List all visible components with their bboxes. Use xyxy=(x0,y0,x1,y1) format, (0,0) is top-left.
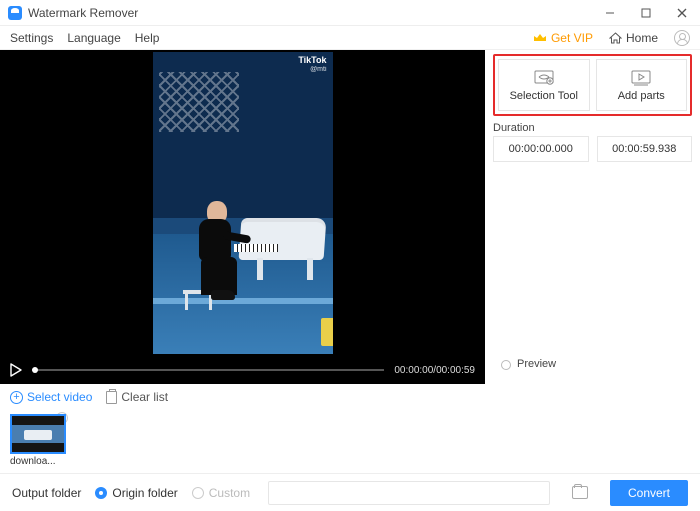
plus-circle-icon: + xyxy=(10,391,23,404)
get-vip-label: Get VIP xyxy=(551,31,593,45)
file-actions-row: + Select video Clear list xyxy=(0,384,700,410)
crown-icon xyxy=(533,33,547,43)
duration-end-field[interactable]: 00:00:59.938 xyxy=(597,136,693,162)
menu-settings[interactable]: Settings xyxy=(10,31,53,45)
thumbnail-filename: downloa... xyxy=(10,456,66,467)
home-label: Home xyxy=(626,31,658,45)
output-path-field[interactable] xyxy=(268,481,550,505)
video-thumbnail[interactable]: × downloa... xyxy=(10,414,66,476)
custom-folder-label: Custom xyxy=(209,486,250,500)
minimize-button[interactable] xyxy=(592,0,628,26)
origin-folder-option[interactable]: Origin folder xyxy=(95,486,177,500)
add-parts-label: Add parts xyxy=(618,90,665,102)
video-pane: TikTok @mti 00:00:00/00:00:59 xyxy=(0,50,485,384)
browse-folder-button[interactable] xyxy=(572,486,588,499)
convert-button[interactable]: Convert xyxy=(610,480,688,506)
menu-language[interactable]: Language xyxy=(67,31,120,45)
thumbnail-image xyxy=(10,414,66,454)
duration-label: Duration xyxy=(493,122,692,134)
play-button[interactable] xyxy=(10,363,22,377)
app-title: Watermark Remover xyxy=(28,6,138,20)
radio-checked-icon xyxy=(95,487,107,499)
trash-icon xyxy=(106,391,117,404)
home-button[interactable]: Home xyxy=(609,31,658,45)
video-content: TikTok @mti xyxy=(153,52,333,354)
preview-option[interactable]: Preview xyxy=(493,348,692,376)
time-display: 00:00:00/00:00:59 xyxy=(394,365,475,376)
radio-unchecked-icon xyxy=(192,487,204,499)
watermark-brand: TikTok xyxy=(298,56,326,66)
origin-folder-label: Origin folder xyxy=(112,486,177,500)
side-panel: Selection Tool Add parts Duration 00:00:… xyxy=(485,50,700,384)
custom-folder-option[interactable]: Custom xyxy=(192,486,250,500)
main-area: TikTok @mti 00:00:00/00:00:59 xyxy=(0,50,700,384)
watermark-user: @mti xyxy=(298,66,326,74)
app-icon xyxy=(8,6,22,20)
selection-tool-button[interactable]: Selection Tool xyxy=(498,59,590,111)
select-video-label: Select video xyxy=(27,390,92,404)
clear-list-label: Clear list xyxy=(121,390,168,404)
tool-row-highlight: Selection Tool Add parts xyxy=(493,54,692,116)
footer-bar: Output folder Origin folder Custom Conve… xyxy=(0,473,700,511)
preview-radio-icon xyxy=(501,360,511,370)
duration-row: 00:00:00.000 00:00:59.938 xyxy=(493,136,692,162)
maximize-button[interactable] xyxy=(628,0,664,26)
add-parts-icon xyxy=(630,69,652,87)
menu-help[interactable]: Help xyxy=(135,31,160,45)
video-stage[interactable]: TikTok @mti xyxy=(0,50,485,356)
player-bar: 00:00:00/00:00:59 xyxy=(0,356,485,384)
add-parts-button[interactable]: Add parts xyxy=(596,59,688,111)
selection-tool-icon xyxy=(533,69,555,87)
preview-label: Preview xyxy=(517,358,556,370)
thumbnail-row: × downloa... xyxy=(0,410,700,480)
window-controls xyxy=(592,0,700,26)
clear-list-button[interactable]: Clear list xyxy=(106,390,168,404)
convert-label: Convert xyxy=(628,486,670,500)
timeline-scrubber[interactable] xyxy=(32,369,384,371)
output-folder-label: Output folder xyxy=(12,486,81,500)
home-icon xyxy=(609,32,622,44)
tiktok-watermark: TikTok @mti xyxy=(298,56,326,74)
select-video-button[interactable]: + Select video xyxy=(10,390,92,404)
titlebar: Watermark Remover xyxy=(0,0,700,26)
duration-start-field[interactable]: 00:00:00.000 xyxy=(493,136,589,162)
get-vip-button[interactable]: Get VIP xyxy=(533,31,593,45)
menubar: Settings Language Help Get VIP Home xyxy=(0,26,700,50)
close-button[interactable] xyxy=(664,0,700,26)
selection-tool-label: Selection Tool xyxy=(510,90,578,102)
profile-icon[interactable] xyxy=(674,30,690,46)
